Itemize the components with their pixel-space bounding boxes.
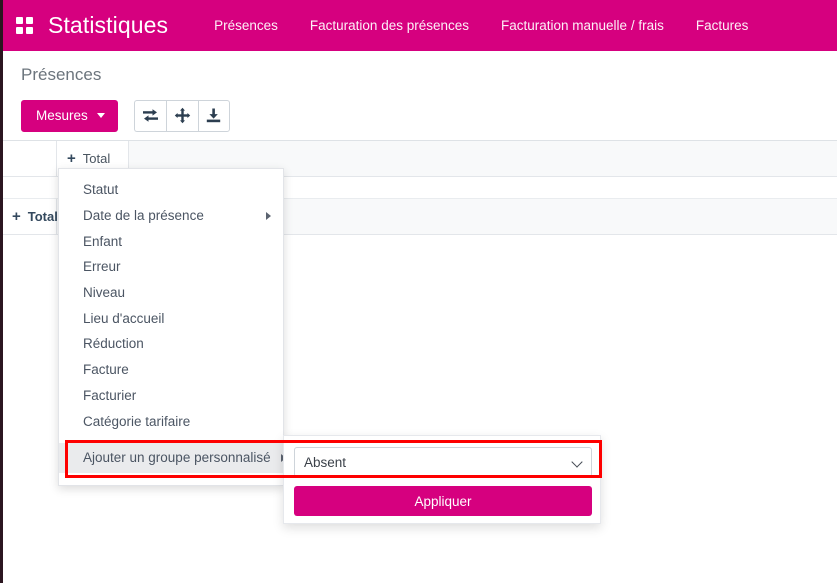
groupby-dropdown-menu: Statut Date de la présence Enfant Erreur… (58, 168, 286, 486)
apps-grid-square (26, 16, 33, 24)
pivot-column-header-label: Total (82, 151, 111, 166)
menu-item-label: Catégorie tarifaire (83, 413, 191, 429)
custom-group-field-select[interactable]: Absent (294, 447, 592, 477)
toolbar: Mesures (3, 85, 837, 135)
plus-icon: + (67, 150, 76, 167)
apps-grid-square (16, 16, 23, 24)
menu-item-ajouter-un-groupe-personnalise[interactable]: Ajouter un groupe personnalisé (59, 442, 286, 473)
nav-links: Présences Facturation des présences Fact… (198, 0, 764, 51)
menu-item-label: Lieu d'accueil (83, 310, 165, 326)
download-icon (207, 108, 221, 123)
caret-down-icon (96, 113, 105, 118)
menu-item-label: Facture (83, 362, 129, 378)
flip-axis-icon (142, 109, 158, 122)
custom-group-submenu-panel: Absent Appliquer (283, 435, 601, 524)
measures-button-label: Mesures (36, 108, 88, 123)
menu-item-reduction[interactable]: Réduction (59, 331, 283, 357)
apps-grid-icon[interactable] (16, 16, 34, 35)
custom-group-field-select-wrapper: Absent (294, 447, 592, 477)
menu-item-facture[interactable]: Facture (59, 357, 283, 383)
caret-right-icon (266, 211, 271, 220)
apps-grid-square (26, 26, 33, 34)
menu-bottom-padding (59, 472, 283, 485)
menu-item-label: Facturier (83, 387, 137, 403)
menu-item-lieu-daccueil[interactable]: Lieu d'accueil (59, 305, 283, 331)
apps-grid-square (16, 26, 23, 34)
expand-all-icon (174, 107, 190, 124)
plus-icon: + (12, 208, 21, 225)
menu-item-label: Niveau (83, 285, 126, 301)
nav-link-facturation-des-presences[interactable]: Facturation des présences (294, 0, 485, 51)
pivot-row-header-total[interactable]: + Total (3, 199, 58, 235)
menu-item-label: Erreur (83, 259, 121, 275)
menu-item-date-de-la-presence[interactable]: Date de la présence (59, 203, 283, 229)
page-title: Présences (21, 65, 102, 84)
menu-item-statut[interactable]: Statut (59, 177, 283, 203)
expand-all-icon-button[interactable] (165, 99, 198, 132)
menu-item-label: Date de la présence (83, 208, 204, 224)
brand-title[interactable]: Statistiques (48, 12, 168, 39)
nav-link-facturation-manuelle-frais[interactable]: Facturation manuelle / frais (485, 0, 680, 51)
top-navbar: Statistiques Présences Facturation des p… (0, 0, 837, 51)
flip-axis-icon-button[interactable] (133, 99, 166, 132)
toolbar-icon-group (133, 99, 230, 132)
menu-item-label: Statut (83, 182, 119, 198)
download-icon-button[interactable] (197, 99, 230, 132)
menu-item-niveau[interactable]: Niveau (59, 280, 283, 306)
menu-item-facturier[interactable]: Facturier (59, 383, 283, 409)
menu-item-enfant[interactable]: Enfant (59, 228, 283, 254)
nav-link-presences[interactable]: Présences (198, 0, 294, 51)
nav-link-factures[interactable]: Factures (680, 0, 765, 51)
menu-item-erreur[interactable]: Erreur (59, 254, 283, 280)
menu-item-label: Ajouter un groupe personnalisé (83, 450, 271, 466)
pivot-row-header-label: Total (27, 209, 58, 224)
menu-item-label: Réduction (83, 336, 144, 352)
measures-button[interactable]: Mesures (21, 99, 118, 132)
left-rail (0, 0, 3, 583)
apply-button[interactable]: Appliquer (294, 486, 592, 516)
pivot-corner-cell (3, 141, 57, 177)
menu-separator (59, 434, 283, 443)
menu-item-categorie-tarifaire[interactable]: Catégorie tarifaire (59, 408, 283, 434)
menu-item-label: Enfant (83, 233, 123, 249)
